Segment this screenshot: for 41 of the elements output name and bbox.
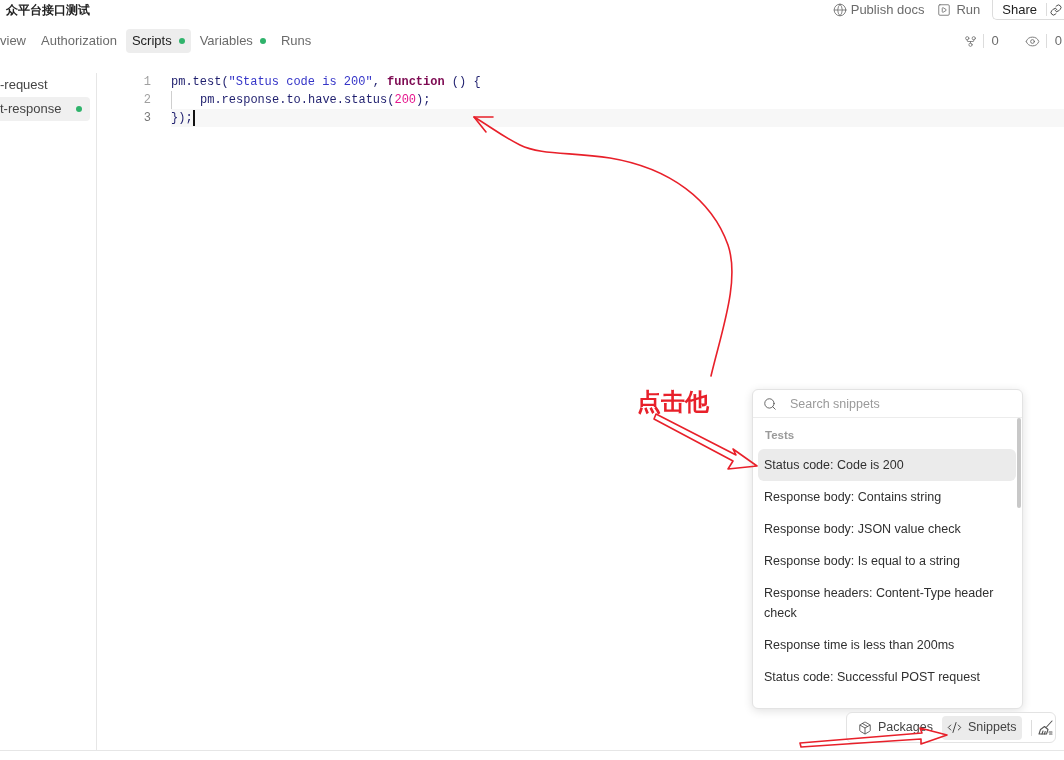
link-icon (1050, 3, 1062, 16)
snippet-item[interactable]: Response body: JSON value check (758, 513, 1016, 545)
snippet-item[interactable]: Status code: Successful POST request (758, 661, 1016, 693)
snippet-item[interactable]: Response body: Is equal to a string (758, 545, 1016, 577)
search-icon (763, 396, 777, 411)
text-cursor-icon (192, 110, 195, 126)
line-number: 2 (143, 92, 151, 109)
snippet-item[interactable]: Response body: Contains string (758, 481, 1016, 513)
publish-docs-button[interactable]: Publish docs (832, 0, 925, 20)
fork-count-button[interactable]: 0 (963, 31, 999, 51)
tab[interactable]: Variables (193, 29, 272, 53)
line-number: 1 (143, 74, 151, 91)
tab[interactable]: view (0, 29, 32, 53)
globe-icon (832, 3, 847, 17)
code-line: pm.response.to.have.status(200); (200, 92, 431, 109)
code-line: pm.test("Status code is 200", function () { (171, 74, 481, 91)
callout-text: 点击他 (637, 387, 709, 417)
eye-icon (1024, 33, 1040, 49)
watch-count-button[interactable]: 0 (1024, 31, 1062, 51)
tab[interactable]: Runs (274, 29, 318, 53)
play-icon (937, 3, 952, 17)
line-number: 3 (143, 110, 151, 127)
share-button[interactable]: Share (992, 0, 1064, 20)
tab[interactable]: Authorization (35, 29, 123, 53)
package-icon (858, 720, 872, 735)
collection-title: 众平台接口测试 (5, 2, 90, 19)
section-heading: Tests (764, 428, 795, 444)
snippet-item[interactable]: Status code: Code is 200 (758, 449, 1016, 481)
code-line: }); (171, 110, 193, 127)
sidebar-item[interactable]: -request (0, 73, 90, 97)
fork-icon (963, 34, 977, 48)
search-field[interactable]: Search snippets (790, 393, 1022, 414)
packages-button[interactable]: Packages (853, 715, 938, 740)
snippet-item[interactable]: Response headers: Content-Type header check (758, 577, 1016, 629)
snippets-button[interactable]: Snippets (941, 715, 1022, 740)
tab[interactable]: Scripts (125, 29, 191, 53)
snippet-item[interactable]: Response time is less than 200ms (758, 629, 1016, 661)
run-button[interactable]: Run (937, 0, 981, 20)
broom-icon (1038, 720, 1053, 735)
sidebar-item[interactable]: t-response (0, 97, 90, 121)
code-icon (946, 720, 962, 735)
